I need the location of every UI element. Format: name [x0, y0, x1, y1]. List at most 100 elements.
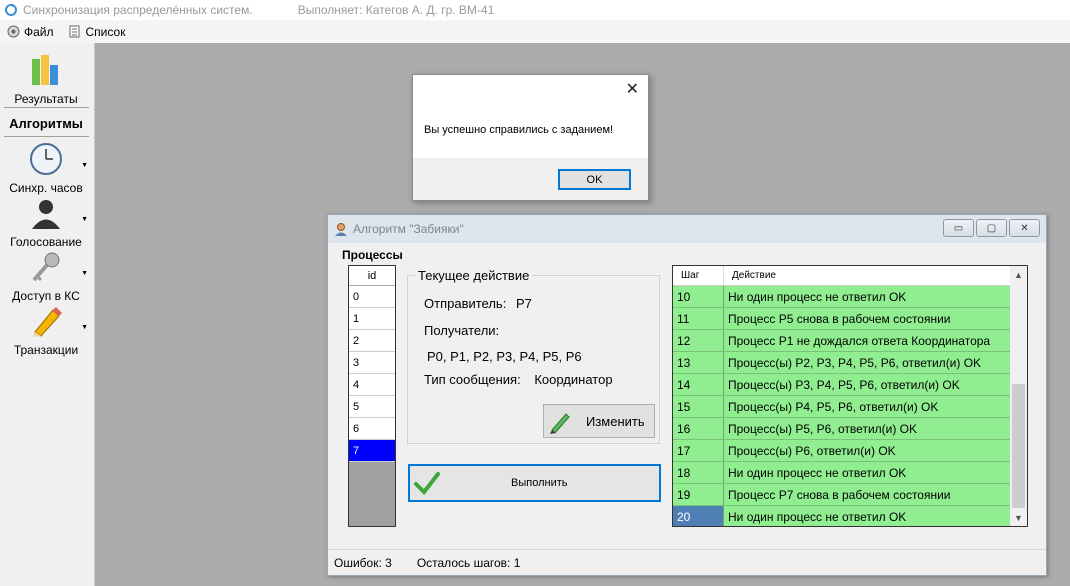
process-row[interactable]: 1	[349, 308, 395, 330]
dialog-footer: OK	[413, 158, 648, 200]
scrollbar-thumb[interactable]	[1012, 384, 1025, 508]
process-row[interactable]: 6	[349, 418, 395, 440]
ok-button[interactable]: OK	[558, 169, 631, 190]
action-cell: Процесс P7 снова в рабочем состоянии	[728, 487, 951, 502]
action-cell: Процесс P1 не дождался ответа Координато…	[728, 333, 991, 348]
message-dialog: ✕ Вы успешно справились с заданием! OK	[412, 74, 649, 201]
sender-row: Отправитель: P7	[424, 296, 532, 311]
pencil-icon	[33, 307, 62, 337]
table-row[interactable]: 20 Ни один процесс не ответил OK	[673, 506, 1011, 526]
process-list[interactable]: id 01234567	[348, 265, 396, 527]
receivers-label: Получатели:	[424, 323, 500, 338]
sidebar-item-label: Транзакции	[13, 343, 79, 357]
sidebar-item-voting[interactable]: ▼ Голосование	[0, 196, 92, 249]
chevron-down-icon: ▼	[81, 162, 88, 169]
process-column-header: id	[349, 266, 395, 286]
minimize-button[interactable]: ▭	[943, 219, 974, 237]
sidebar-item-cs-access[interactable]: ▼ Доступ в КС	[0, 250, 92, 303]
table-row[interactable]: 13 Процесс(ы) P2, P3, P4, P5, P6, ответил…	[673, 352, 1011, 374]
action-cell: Процесс(ы) P6, ответил(и) OK	[728, 443, 896, 458]
sidebar-divider	[4, 107, 89, 108]
process-row[interactable]: 3	[349, 352, 395, 374]
dialog-message: Вы успешно справились с заданием!	[424, 124, 614, 136]
errors-count: Ошибок: 3	[334, 555, 392, 570]
window-controls: ▭ ▢ ✕	[943, 219, 1040, 237]
sidebar-results-button[interactable]: Результаты	[0, 53, 92, 106]
sidebar-item-clock-sync[interactable]: ▼ Синхр. часов	[0, 142, 92, 195]
sidebar: Результаты Алгоритмы ▼ Синхр. часов ▼ Го…	[0, 43, 95, 586]
step-cell: 13	[673, 352, 724, 373]
process-row[interactable]: 2	[349, 330, 395, 352]
msg-type-row: Тип сообщения: Координатор	[424, 372, 613, 387]
step-cell: 12	[673, 330, 724, 351]
change-button-label: Изменить	[586, 413, 645, 429]
sidebar-item-label: Голосование	[10, 235, 82, 249]
table-row[interactable]: 12 Процесс P1 не дождался ответа Координа…	[673, 330, 1011, 352]
action-log-table[interactable]: Шаг Действие 10 Ни один процесс не ответи…	[672, 265, 1028, 527]
table-row[interactable]: 15 Процесс(ы) P4, P5, P6, ответил(и) OK	[673, 396, 1011, 418]
run-button-label: Выполнить	[511, 477, 568, 489]
sidebar-item-transactions[interactable]: ▼ Транзакции	[0, 304, 92, 357]
step-cell: 16	[673, 418, 724, 439]
sidebar-item-label: Синхр. часов	[9, 181, 83, 195]
chevron-down-icon: ▼	[81, 324, 88, 331]
chevron-down-icon: ▼	[81, 270, 88, 277]
table-body: 10 Ни один процесс не ответил OK 11 Процесс…	[673, 286, 1011, 526]
maximize-button[interactable]: ▢	[976, 219, 1007, 237]
chevron-down-icon: ▼	[81, 216, 88, 223]
table-row[interactable]: 14 Процесс(ы) P3, P4, P5, P6, ответил(и) …	[673, 374, 1011, 396]
process-row[interactable]: 5	[349, 396, 395, 418]
vertical-scrollbar[interactable]: ▲ ▼	[1010, 266, 1027, 526]
maximize-icon: ▢	[986, 222, 997, 234]
algorithm-window-title: Алгоритм "Забияки"	[353, 222, 464, 236]
process-row[interactable]: 7	[349, 440, 395, 462]
action-cell: Процесс(ы) P3, P4, P5, P6, ответил(и) OK	[728, 377, 960, 392]
current-action-title: Текущее действие	[415, 268, 533, 283]
scroll-down-icon[interactable]: ▼	[1010, 509, 1027, 526]
step-cell: 10	[673, 286, 724, 307]
change-button[interactable]: Изменить	[543, 404, 655, 438]
close-button[interactable]: ✕	[1009, 219, 1040, 237]
person-icon	[32, 200, 60, 229]
close-icon: ✕	[1020, 222, 1029, 234]
author-info: Выполняет: Категов А. Д. гр. ВМ-41	[297, 3, 495, 17]
table-row[interactable]: 19 Процесс P7 снова в рабочем состоянии	[673, 484, 1011, 506]
process-row[interactable]: 0	[349, 286, 395, 308]
step-cell: 17	[673, 440, 724, 461]
action-cell: Ни один процесс не ответил OK	[728, 465, 907, 480]
menu-list[interactable]: Список	[68, 24, 126, 39]
action-cell: Процесс(ы) P4, P5, P6, ответил(и) OK	[728, 399, 939, 414]
step-cell: 15	[673, 396, 724, 417]
table-row[interactable]: 18 Ни один процесс не ответил OK	[673, 462, 1011, 484]
table-row[interactable]: 17 Процесс(ы) P6, ответил(и) OK	[673, 440, 1011, 462]
table-row[interactable]: 11 Процесс P5 снова в рабочем состоянии	[673, 308, 1011, 330]
list-icon	[69, 25, 80, 38]
run-button[interactable]: Выполнить	[408, 464, 661, 502]
action-cell: Ни один процесс не ответил OK	[728, 509, 907, 524]
close-icon[interactable]: ✕	[626, 79, 639, 99]
msg-type-label: Тип сообщения:	[424, 372, 521, 387]
gear-icon	[7, 25, 20, 38]
step-cell: 18	[673, 462, 724, 483]
pencil-icon	[550, 413, 570, 434]
menu-bar: Файл Список	[0, 20, 1070, 43]
algorithm-window-titlebar: Алгоритм "Забияки" ▭ ▢ ✕	[328, 215, 1046, 243]
action-column-header: Действие	[732, 270, 776, 281]
action-cell: Ни один процесс не ответил OK	[728, 289, 907, 304]
window-titlebar: Синхронизация распределённых систем. Вып…	[0, 0, 1070, 20]
table-row[interactable]: 10 Ни один процесс не ответил OK	[673, 286, 1011, 308]
table-row[interactable]: 16 Процесс(ы) P5, P6, ответил(и) OK	[673, 418, 1011, 440]
current-action-group: Текущее действие Отправитель: P7 Получат…	[407, 268, 660, 444]
user-icon	[335, 223, 347, 236]
process-row[interactable]: 4	[349, 374, 395, 396]
menu-list-label: Список	[85, 24, 126, 39]
step-cell: 19	[673, 484, 724, 505]
action-cell: Процесс(ы) P5, P6, ответил(и) OK	[728, 421, 918, 436]
menu-file[interactable]: Файл	[6, 24, 54, 39]
sender-value: P7	[515, 296, 532, 311]
status-bar: Ошибок: 3 Осталось шагов: 1	[328, 549, 1046, 575]
key-icon	[32, 252, 60, 282]
remaining-steps: Осталось шагов: 1	[416, 555, 521, 570]
action-cell: Процесс(ы) P2, P3, P4, P5, P6, ответил(и…	[728, 355, 982, 370]
scroll-up-icon[interactable]: ▲	[1010, 266, 1027, 283]
